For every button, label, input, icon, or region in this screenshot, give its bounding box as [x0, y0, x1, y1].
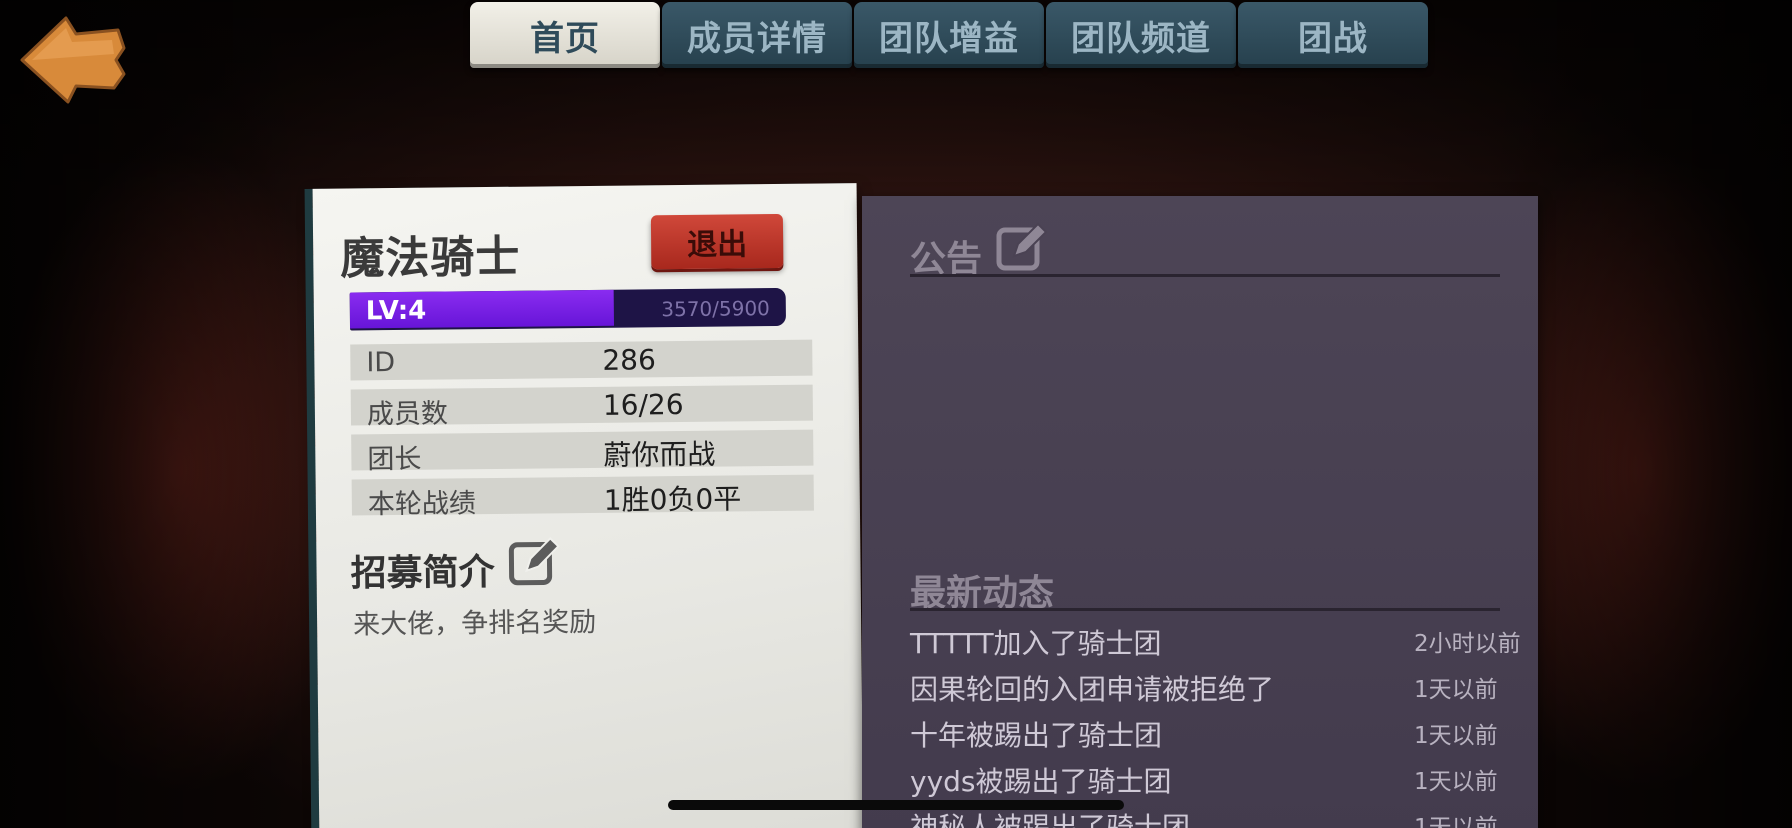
tab-member-details[interactable]: 成员详情: [662, 2, 852, 68]
recruit-text: 来大佬，争排名奖励: [352, 606, 597, 641]
notice-divider: [910, 274, 1500, 277]
news-time: 2小时以前: [1414, 631, 1521, 657]
home-indicator[interactable]: [668, 800, 1124, 810]
news-time: 1天以前: [1414, 815, 1498, 828]
exp-value: 3570/5900: [661, 296, 770, 322]
news-time: 1天以前: [1414, 723, 1498, 749]
news-divider: [910, 608, 1500, 611]
info-key: ID: [366, 347, 396, 379]
news-list: TTTTT加入了骑士团 2小时以前 因果轮回的入团申请被拒绝了 1天以前 十年被…: [910, 620, 1530, 828]
edit-icon: [508, 536, 560, 586]
team-home-screen: 首页 成员详情 团队增益 团队频道 团战 魔法骑士 退出 LV:4 3570/5…: [0, 0, 1792, 828]
tab-home[interactable]: 首页: [470, 2, 660, 68]
news-time: 1天以前: [1414, 677, 1498, 703]
news-time: 1天以前: [1414, 769, 1498, 795]
news-text: TTTTT加入了骑士团: [910, 627, 1162, 660]
level-progress-bar: LV:4 3570/5900: [349, 287, 787, 331]
info-row-members: 成员数 16/26: [350, 384, 814, 430]
info-key: 团长: [367, 443, 422, 476]
edit-notice-button[interactable]: [994, 220, 1050, 276]
info-value: 1胜0负0平: [603, 482, 742, 517]
list-item: yyds被踢出了骑士团 1天以前: [910, 758, 1530, 804]
info-row-id: ID 286: [350, 339, 813, 381]
list-item: 十年被踢出了骑士团 1天以前: [910, 712, 1530, 758]
info-value: 16/26: [602, 387, 684, 422]
tab-bar: 首页 成员详情 团队增益 团队频道 团战: [470, 2, 1432, 70]
list-item: 因果轮回的入团申请被拒绝了 1天以前: [910, 666, 1530, 712]
recruit-title: 招募简介: [350, 551, 495, 595]
team-info-table: ID 286 成员数 16/26 团长 蔚你而战 本轮战绩 1胜0负0平: [350, 339, 814, 525]
news-text: 因果轮回的入团申请被拒绝了: [910, 673, 1275, 706]
level-label: LV:4: [365, 295, 427, 327]
info-key: 成员数: [366, 398, 449, 431]
info-value: 蔚你而战: [603, 437, 716, 472]
info-row-leader: 团长 蔚你而战: [351, 429, 814, 475]
info-row-record: 本轮战绩 1胜0负0平: [351, 474, 814, 520]
tab-team-channel[interactable]: 团队频道: [1046, 2, 1236, 68]
news-text: 十年被踢出了骑士团: [910, 719, 1163, 752]
info-key: 本轮战绩: [367, 488, 477, 521]
team-info-card: 魔法骑士 退出 LV:4 3570/5900 ID 286 成员数 16/26 …: [312, 183, 864, 828]
tab-team-buffs[interactable]: 团队增益: [854, 2, 1044, 68]
tab-team-battle[interactable]: 团战: [1238, 2, 1428, 68]
team-name: 魔法骑士: [340, 231, 521, 285]
list-item: TTTTT加入了骑士团 2小时以前: [910, 620, 1530, 666]
edit-icon: [996, 222, 1048, 271]
info-value: 286: [602, 343, 656, 377]
news-text: yyds被踢出了骑士团: [910, 765, 1172, 798]
quit-team-button[interactable]: 退出: [650, 213, 784, 270]
back-arrow-icon: [20, 16, 126, 104]
announcement-panel: 公告 最新动态 TTTTT加入了骑士团 2小时以前 因果轮回的入团申请被拒绝了 …: [862, 196, 1538, 828]
back-button[interactable]: [18, 10, 126, 108]
edit-recruit-button[interactable]: [506, 534, 563, 591]
